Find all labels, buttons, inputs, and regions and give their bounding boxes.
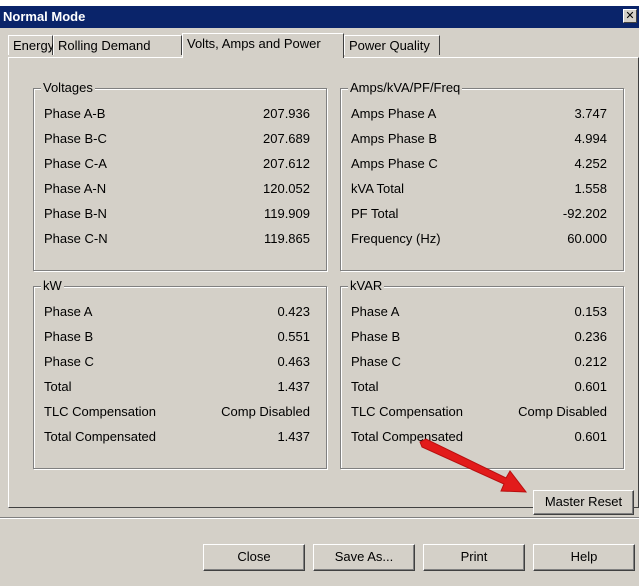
kvar-group-title: kVAR [348, 278, 385, 294]
row-value: 1.558 [574, 181, 607, 196]
button-bar-separator [0, 517, 639, 519]
close-icon[interactable]: ✕ [623, 9, 637, 23]
print-button[interactable]: Print [423, 544, 525, 571]
row-value: 0.212 [574, 354, 607, 369]
window-title: Normal Mode [3, 9, 86, 24]
row-label: Total [351, 379, 379, 394]
voltage-row: Phase C-N 119.865 [34, 229, 326, 249]
row-value: Comp Disabled [518, 404, 607, 419]
row-value: 3.747 [574, 106, 607, 121]
row-label: Phase B [351, 329, 401, 344]
row-value: 4.994 [574, 131, 607, 146]
row-value: 0.601 [574, 379, 607, 394]
row-label: Phase B [44, 329, 94, 344]
row-label: TLC Compensation [44, 404, 156, 419]
amps-row: Amps Phase C 4.252 [341, 154, 623, 174]
red-arrow-annotation [419, 438, 528, 493]
kw-row: Total 1.437 [34, 377, 326, 397]
row-label: Amps Phase B [351, 131, 437, 146]
row-label: Phase C-N [44, 231, 108, 246]
row-value: 0.551 [277, 329, 310, 344]
amps-row: PF Total -92.202 [341, 204, 623, 224]
kw-row: Phase A 0.423 [34, 302, 326, 322]
row-value: 0.153 [574, 304, 607, 319]
tab-rolling-demand[interactable]: Rolling Demand [53, 35, 182, 55]
row-label: PF Total [351, 206, 399, 221]
help-button[interactable]: Help [533, 544, 635, 571]
row-value: 120.052 [263, 181, 310, 196]
kvar-row: Phase B 0.236 [341, 327, 623, 347]
row-label: Total [44, 379, 72, 394]
row-label: Total Compensated [44, 429, 157, 444]
row-label: Phase C [44, 354, 94, 369]
voltage-row: Phase A-B 207.936 [34, 104, 326, 124]
title-bar: Normal Mode ✕ [0, 6, 639, 28]
amps-row: Frequency (Hz) 60.000 [341, 229, 623, 249]
save-as-button[interactable]: Save As... [313, 544, 415, 571]
row-label: Phase B-C [44, 131, 107, 146]
tab-energy[interactable]: Energy [8, 35, 54, 55]
row-value: 0.463 [277, 354, 310, 369]
row-value: 207.689 [263, 131, 310, 146]
tab-volts-amps-power[interactable]: Volts, Amps and Power [182, 33, 344, 58]
volts-amps-power-panel: Voltages Phase A-B 207.936 Phase B-C 207.6… [8, 57, 639, 515]
kvar-row: Phase A 0.153 [341, 302, 623, 322]
row-value: Comp Disabled [221, 404, 310, 419]
row-value: 0.423 [277, 304, 310, 319]
tab-power-quality[interactable]: Power Quality [344, 35, 440, 55]
kw-row: TLC Compensation Comp Disabled [34, 402, 326, 422]
row-label: Phase A [44, 304, 93, 319]
kw-group: kW Phase A 0.423 Phase B 0.551 Phase C 0.46… [33, 278, 327, 469]
row-label: Phase C-A [44, 156, 107, 171]
row-label: Frequency (Hz) [351, 231, 441, 246]
kw-group-title: kW [41, 278, 64, 294]
kw-row: Phase C 0.463 [34, 352, 326, 372]
kvar-row: Total 0.601 [341, 377, 623, 397]
amps-row: kVA Total 1.558 [341, 179, 623, 199]
kvar-row: Phase C 0.212 [341, 352, 623, 372]
voltages-group-title: Voltages [41, 80, 95, 96]
row-value: 207.612 [263, 156, 310, 171]
row-value: 4.252 [574, 156, 607, 171]
row-value: 0.236 [574, 329, 607, 344]
voltage-row: Phase B-N 119.909 [34, 204, 326, 224]
row-value: 1.437 [277, 429, 310, 444]
row-label: TLC Compensation [351, 404, 463, 419]
row-label: Phase B-N [44, 206, 107, 221]
voltage-row: Phase C-A 207.612 [34, 154, 326, 174]
kvar-row: TLC Compensation Comp Disabled [341, 402, 623, 422]
close-button[interactable]: Close [203, 544, 305, 571]
row-label: Phase A-B [44, 106, 106, 121]
row-label: Amps Phase A [351, 106, 437, 121]
row-label: kVA Total [351, 181, 404, 196]
voltage-row: Phase A-N 120.052 [34, 179, 326, 199]
row-value: 119.865 [263, 231, 310, 246]
kw-row: Phase B 0.551 [34, 327, 326, 347]
voltage-row: Phase B-C 207.689 [34, 129, 326, 149]
row-label: Phase A [351, 304, 400, 319]
amps-kva-pf-freq-group: Amps/kVA/PF/Freq Amps Phase A 3.747 Amps … [340, 80, 624, 271]
row-label: Phase C [351, 354, 401, 369]
voltages-group: Voltages Phase A-B 207.936 Phase B-C 207.6… [33, 80, 327, 271]
amps-row: Amps Phase B 4.994 [341, 129, 623, 149]
row-value: 207.936 [263, 106, 310, 121]
amps-row: Amps Phase A 3.747 [341, 104, 623, 124]
amps-group-title: Amps/kVA/PF/Freq [348, 80, 463, 96]
master-reset-button[interactable]: Master Reset [533, 490, 634, 515]
normal-mode-dialog: Normal Mode ✕ Energy Rolling Demand Volt… [0, 6, 639, 586]
row-label: Phase A-N [44, 181, 107, 196]
row-value: 60.000 [567, 231, 607, 246]
row-label: Amps Phase C [351, 156, 438, 171]
row-value: -92.202 [562, 206, 607, 221]
kw-row: Total Compensated 1.437 [34, 427, 326, 447]
row-value: 119.909 [263, 206, 310, 221]
row-value: 1.437 [277, 379, 310, 394]
row-value: 0.601 [574, 429, 607, 444]
